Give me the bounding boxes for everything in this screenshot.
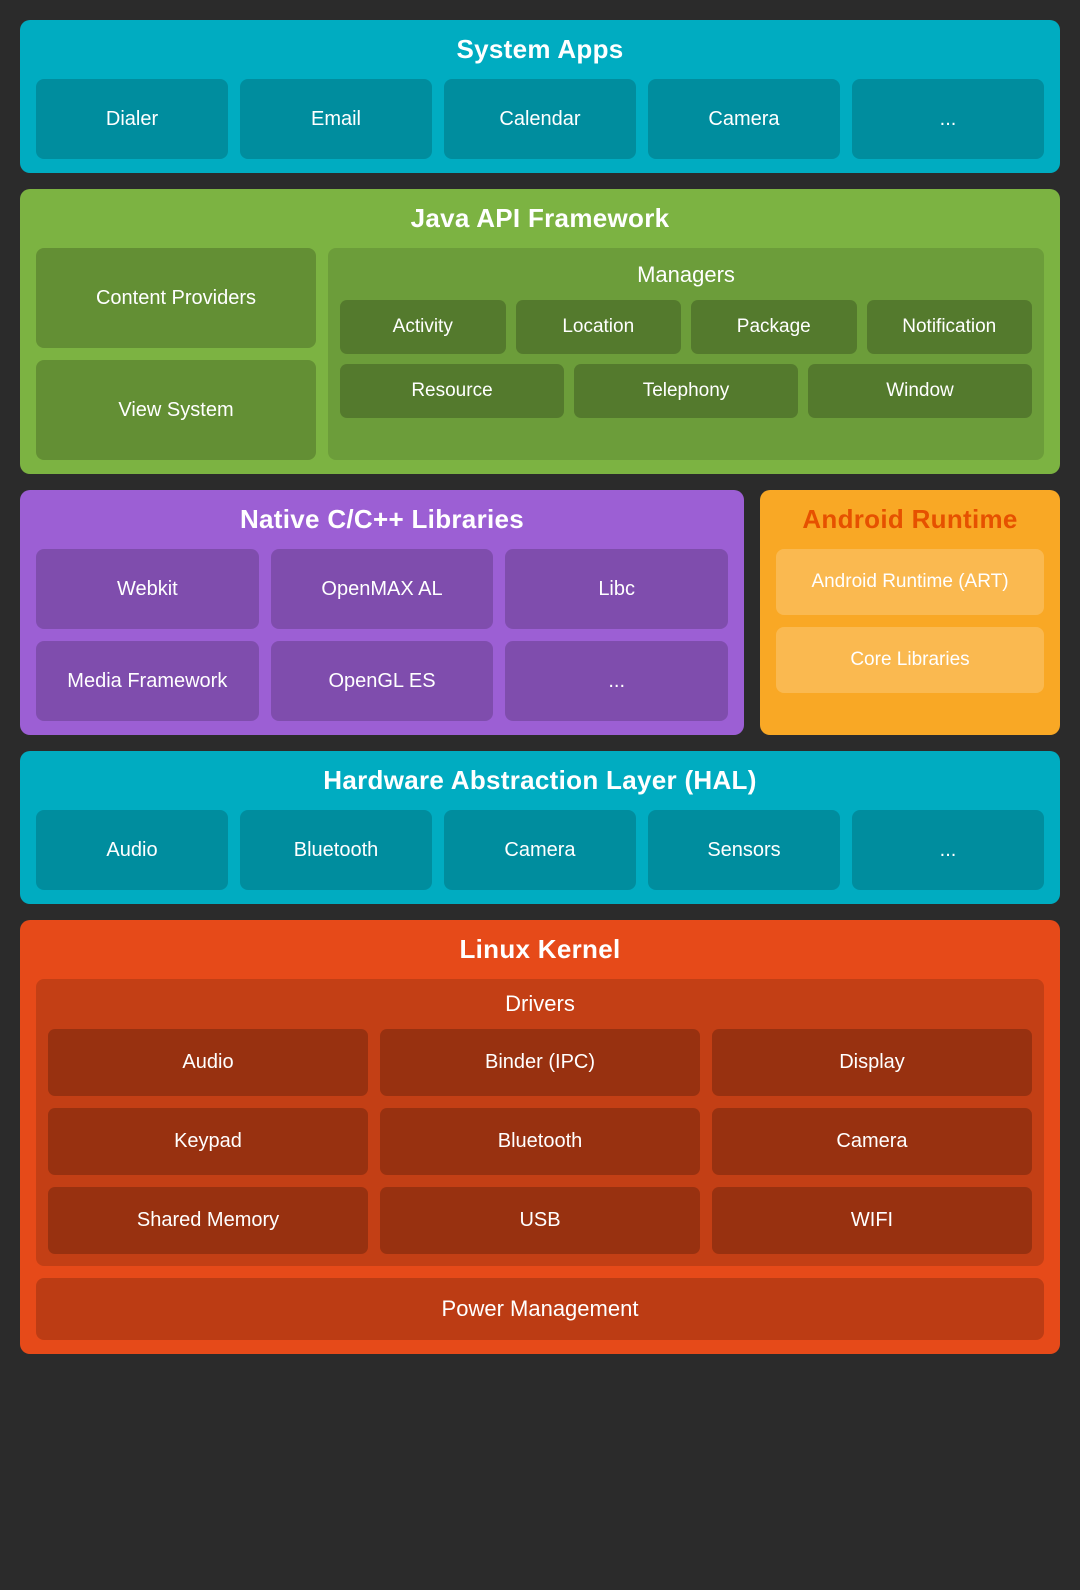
java-api-left: Content Providers View System [36,248,316,460]
list-item: Shared Memory [48,1187,368,1254]
linux-kernel-title: Linux Kernel [36,934,1044,965]
power-management: Power Management [36,1278,1044,1340]
list-item: Bluetooth [240,810,432,890]
list-item: Telephony [574,364,798,418]
content-providers-card: Content Providers [36,248,316,348]
list-item: Sensors [648,810,840,890]
drivers-box: Drivers Audio Binder (IPC) Display Keypa… [36,979,1044,1266]
managers-row-2: Resource Telephony Window [340,364,1032,418]
list-item: Binder (IPC) [380,1029,700,1096]
list-item: USB [380,1187,700,1254]
java-api-layer: Java API Framework Content Providers Vie… [20,189,1060,474]
list-item: ... [852,79,1044,159]
list-item: Webkit [36,549,259,629]
java-api-title: Java API Framework [36,203,1044,234]
system-apps-cards: Dialer Email Calendar Camera ... [36,79,1044,159]
list-item: Audio [36,810,228,890]
list-item: Camera [648,79,840,159]
managers-box: Managers Activity Location Package Notif… [328,248,1044,460]
list-item: Audio [48,1029,368,1096]
list-item: Location [516,300,682,354]
list-item: Activity [340,300,506,354]
managers-title: Managers [340,262,1032,288]
list-item: ... [505,641,728,721]
list-item: WIFI [712,1187,1032,1254]
list-item: Media Framework [36,641,259,721]
list-item: Email [240,79,432,159]
drivers-grid: Audio Binder (IPC) Display Keypad Blueto… [48,1029,1032,1254]
hal-title: Hardware Abstraction Layer (HAL) [36,765,1044,796]
list-item: Calendar [444,79,636,159]
list-item: Resource [340,364,564,418]
android-runtime-layer: Android Runtime Android Runtime (ART) Co… [760,490,1060,735]
hal-cards: Audio Bluetooth Camera Sensors ... [36,810,1044,890]
list-item: Dialer [36,79,228,159]
list-item: Core Libraries [776,627,1044,693]
native-cpp-grid: Webkit OpenMAX AL Libc Media Framework O… [36,549,728,721]
list-item: Android Runtime (ART) [776,549,1044,615]
hal-layer: Hardware Abstraction Layer (HAL) Audio B… [20,751,1060,904]
view-system-card: View System [36,360,316,460]
list-item: Libc [505,549,728,629]
java-api-inner: Content Providers View System Managers A… [36,248,1044,460]
native-cpp-layer: Native C/C++ Libraries Webkit OpenMAX AL… [20,490,744,735]
list-item: Camera [444,810,636,890]
list-item: Package [691,300,857,354]
list-item: OpenGL ES [271,641,494,721]
list-item: Keypad [48,1108,368,1175]
linux-kernel-layer: Linux Kernel Drivers Audio Binder (IPC) … [20,920,1060,1354]
drivers-title: Drivers [48,991,1032,1017]
list-item: Bluetooth [380,1108,700,1175]
system-apps-layer: System Apps Dialer Email Calendar Camera… [20,20,1060,173]
list-item: OpenMAX AL [271,549,494,629]
list-item: Camera [712,1108,1032,1175]
list-item: Display [712,1029,1032,1096]
managers-row-1: Activity Location Package Notification [340,300,1032,354]
native-cpp-title: Native C/C++ Libraries [36,504,728,535]
list-item: Notification [867,300,1033,354]
system-apps-title: System Apps [36,34,1044,65]
native-runtime-wrapper: Native C/C++ Libraries Webkit OpenMAX AL… [20,490,1060,735]
android-runtime-title: Android Runtime [776,504,1044,535]
list-item: ... [852,810,1044,890]
list-item: Window [808,364,1032,418]
android-runtime-cards: Android Runtime (ART) Core Libraries [776,549,1044,693]
